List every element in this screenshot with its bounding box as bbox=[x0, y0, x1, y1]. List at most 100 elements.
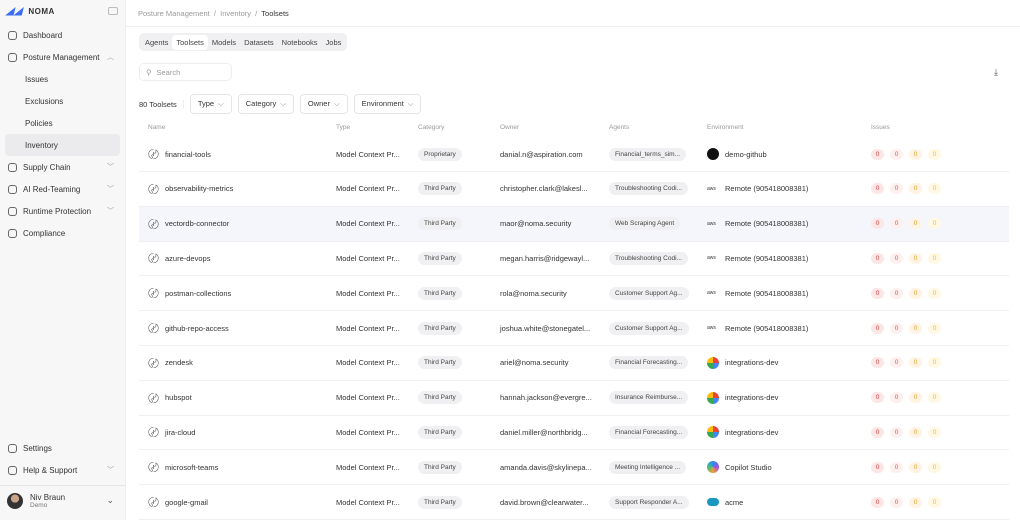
toolset-name[interactable]: vectordb-connector bbox=[165, 219, 229, 228]
sidebar-item-label: Compliance bbox=[23, 228, 66, 238]
agent-badge[interactable]: Support Responder A... bbox=[609, 495, 689, 509]
table-row[interactable]: 〄 azure-devops Model Context Pr... Third … bbox=[139, 241, 1009, 277]
chevron-down-icon: ⌵ bbox=[333, 99, 340, 108]
aws-icon: aws bbox=[707, 255, 716, 262]
agent-badge[interactable]: Troubleshooting Codi... bbox=[609, 251, 688, 265]
sidebar-item-inventory[interactable]: Inventory bbox=[5, 134, 120, 156]
sidebar-item-issues[interactable]: Issues bbox=[0, 68, 125, 90]
download-icon[interactable]: ⤓ bbox=[994, 67, 998, 78]
sidebar-item-runtime-protection[interactable]: Runtime Protection ﹀ bbox=[0, 200, 125, 222]
environment-name: Remote (905418008381) bbox=[725, 253, 809, 263]
sidebar-item-label: Settings bbox=[23, 443, 52, 453]
filter-type[interactable]: Type ⌵ bbox=[189, 94, 232, 114]
user-menu[interactable]: Niv Braun Demo ⌄ bbox=[0, 485, 125, 515]
tab-notebooks[interactable]: Notebooks bbox=[278, 35, 322, 50]
issue-count: 0 bbox=[871, 496, 884, 508]
column-header-issues[interactable]: Issues bbox=[871, 124, 890, 131]
filter-environment[interactable]: Environment ⌵ bbox=[353, 94, 422, 114]
filter-category[interactable]: Category ⌵ bbox=[237, 94, 294, 114]
toolset-name[interactable]: microsoft-teams bbox=[165, 463, 218, 472]
toolset-name[interactable]: financial-tools bbox=[165, 150, 211, 159]
collapse-sidebar-icon[interactable] bbox=[108, 7, 118, 15]
tab-models[interactable]: Models bbox=[208, 35, 240, 50]
tab-jobs[interactable]: Jobs bbox=[322, 35, 346, 50]
tab-toolsets[interactable]: Toolsets bbox=[172, 34, 208, 50]
aws-icon: aws bbox=[707, 220, 716, 227]
tab-datasets[interactable]: Datasets bbox=[240, 35, 278, 50]
agent-badge[interactable]: Web Scraping Agent bbox=[609, 217, 681, 231]
table-row[interactable]: 〄 financial-tools Model Context Pr... Pro… bbox=[139, 137, 1009, 172]
table-header: Name Type Category Owner Agents Environment Is… bbox=[139, 119, 1009, 136]
chevron-down-icon[interactable]: ﹀ bbox=[107, 184, 114, 194]
sidebar-item-policies[interactable]: Policies bbox=[0, 112, 125, 134]
agent-badge[interactable]: Meeting Intelligence ... bbox=[609, 460, 687, 474]
toolset-name[interactable]: postman-collections bbox=[165, 289, 231, 298]
breadcrumb-posture[interactable]: Posture Management bbox=[138, 9, 210, 18]
breadcrumb-inventory[interactable]: Inventory bbox=[220, 9, 251, 18]
column-header-category[interactable]: Category bbox=[418, 124, 444, 131]
table-row[interactable]: 〄 github-repo-access Model Context Pr... … bbox=[139, 311, 1009, 346]
search-input[interactable]: ⚲ Search bbox=[139, 63, 232, 81]
sidebar-item-ai-red-teaming[interactable]: AI Red-Teaming ﹀ bbox=[0, 178, 125, 200]
table-row[interactable]: 〄 jira-cloud Model Context Pr... Third Pa… bbox=[139, 415, 1009, 451]
column-header-environment[interactable]: Environment bbox=[707, 124, 744, 131]
settings-icon bbox=[8, 443, 17, 453]
chevron-down-icon[interactable]: ﹀ bbox=[107, 465, 114, 475]
sidebar-item-help-support[interactable]: Help & Support ﹀ bbox=[0, 459, 125, 481]
agent-badge[interactable]: Financial_terms_sim... bbox=[609, 147, 687, 161]
agent-badge[interactable]: Financial Forecasting... bbox=[609, 356, 689, 370]
table-row[interactable]: 〄 observability-metrics Model Context Pr.… bbox=[139, 172, 1009, 207]
filter-label: Owner bbox=[307, 99, 330, 108]
toolset-name[interactable]: azure-devops bbox=[165, 254, 210, 263]
sidebar-item-dashboard[interactable]: Dashboard bbox=[0, 24, 125, 46]
table-row[interactable]: 〄 microsoft-teams Model Context Pr... Thi… bbox=[139, 450, 1009, 486]
sidebar-item-compliance[interactable]: Compliance bbox=[0, 222, 125, 244]
issue-count: 0 bbox=[871, 322, 884, 334]
toolset-type: Model Context Pr... bbox=[336, 427, 400, 437]
tab-agents[interactable]: Agents bbox=[141, 35, 172, 50]
gcp-icon bbox=[707, 426, 719, 439]
agent-badge[interactable]: Customer Support Ag... bbox=[609, 321, 689, 335]
column-header-type[interactable]: Type bbox=[336, 124, 350, 131]
category-badge: Proprietary bbox=[418, 147, 462, 161]
sidebar-item-label: Runtime Protection bbox=[23, 206, 92, 216]
toolset-name[interactable]: jira-cloud bbox=[165, 428, 195, 437]
toolset-icon: 〄 bbox=[148, 253, 159, 266]
agent-badge[interactable]: Insurance Reimburse... bbox=[609, 391, 689, 405]
issue-count: 0 bbox=[909, 252, 922, 264]
column-header-agents[interactable]: Agents bbox=[609, 124, 629, 131]
table-row[interactable]: 〄 google-gmail Model Context Pr... Third … bbox=[139, 485, 1009, 520]
toolset-name[interactable]: github-repo-access bbox=[165, 324, 229, 333]
table-row[interactable]: 〄 vectordb-connector Model Context Pr... … bbox=[139, 206, 1009, 242]
toolset-name[interactable]: zendesk bbox=[165, 358, 193, 367]
sidebar-item-settings[interactable]: Settings bbox=[0, 437, 125, 459]
issue-count: 0 bbox=[871, 287, 884, 299]
filter-owner[interactable]: Owner ⌵ bbox=[299, 94, 348, 114]
brand-logo[interactable]: ◢◢ NOMA bbox=[6, 6, 55, 17]
column-header-name[interactable]: Name bbox=[148, 124, 165, 131]
agent-badge[interactable]: Financial Forecasting... bbox=[609, 425, 689, 439]
toolset-type: Model Context Pr... bbox=[336, 184, 400, 194]
chevron-up-icon[interactable]: ︿ bbox=[107, 52, 114, 62]
table-row[interactable]: 〄 hubspot Model Context Pr... Third Party… bbox=[139, 381, 1009, 416]
sidebar-item-label: Inventory bbox=[25, 140, 58, 150]
chevron-down-icon[interactable]: ﹀ bbox=[107, 206, 114, 216]
sidebar-item-supply-chain[interactable]: Supply Chain ﹀ bbox=[0, 156, 125, 178]
toolset-name[interactable]: hubspot bbox=[165, 393, 192, 402]
toolset-name[interactable]: observability-metrics bbox=[165, 184, 233, 193]
table-row[interactable]: 〄 zendesk Model Context Pr... Third Party… bbox=[139, 346, 1009, 381]
toolset-icon: 〄 bbox=[148, 427, 159, 440]
noma-logo-icon: ◢◢ bbox=[6, 6, 23, 17]
chevron-down-icon[interactable]: ⌄ bbox=[106, 495, 114, 506]
chevron-down-icon[interactable]: ﹀ bbox=[107, 162, 114, 172]
table-row[interactable]: 〄 postman-collections Model Context Pr...… bbox=[139, 276, 1009, 312]
copilot-icon bbox=[707, 461, 719, 474]
agent-badge[interactable]: Customer Support Ag... bbox=[609, 286, 689, 300]
sidebar-item-posture-management[interactable]: Posture Management ︿ bbox=[0, 46, 125, 68]
issue-count: 0 bbox=[928, 183, 941, 195]
agent-badge[interactable]: Troubleshooting Codi... bbox=[609, 182, 688, 196]
column-header-owner[interactable]: Owner bbox=[500, 124, 519, 131]
toolset-name[interactable]: google-gmail bbox=[165, 498, 208, 507]
sidebar-item-exclusions[interactable]: Exclusions bbox=[0, 90, 125, 112]
issue-count: 0 bbox=[928, 496, 941, 508]
